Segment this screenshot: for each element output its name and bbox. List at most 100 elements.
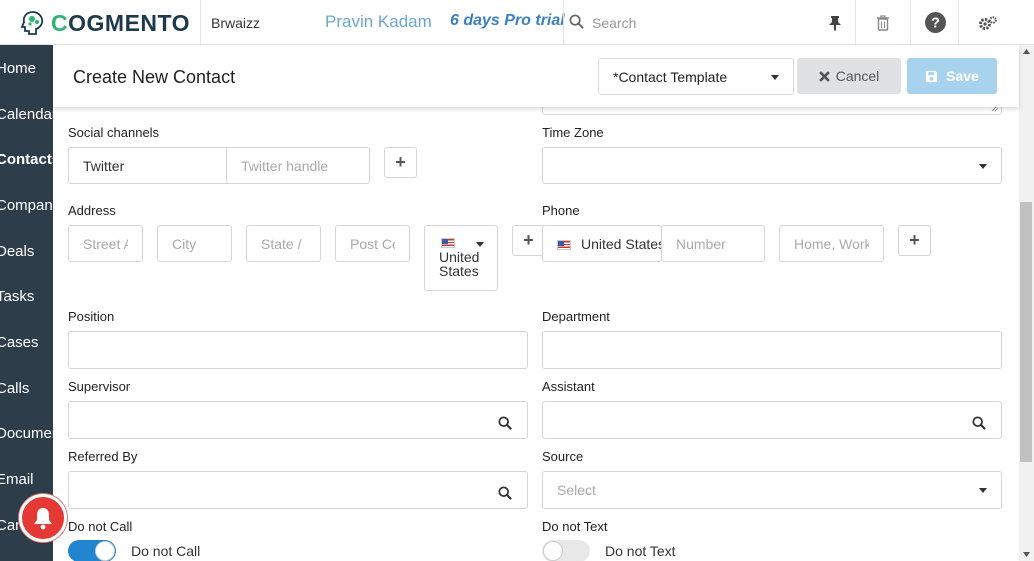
search-icon[interactable] xyxy=(498,416,512,430)
page-title: Create New Contact xyxy=(73,67,236,87)
add-address-button[interactable]: + xyxy=(512,225,545,256)
divider xyxy=(855,0,856,45)
divider xyxy=(910,0,911,45)
do-not-text-toggle[interactable] xyxy=(542,540,590,561)
sidebar-item-calendar[interactable]: Calendar xyxy=(0,106,53,123)
scroll-up-icon[interactable] xyxy=(1023,49,1030,54)
sidebar-item-contacts[interactable]: Contacts xyxy=(0,151,53,168)
bell-icon xyxy=(34,508,52,530)
cancel-button[interactable]: Cancel xyxy=(797,58,901,94)
template-select[interactable]: *Contact Template xyxy=(598,58,794,95)
social-channel-select[interactable]: Twitter xyxy=(68,147,227,184)
logo[interactable]: COGMENTO xyxy=(20,8,190,38)
logo-head-icon xyxy=(20,11,44,35)
supervisor-input[interactable] xyxy=(68,401,528,439)
add-social-button[interactable]: + xyxy=(384,147,417,178)
us-flag-icon xyxy=(441,238,455,248)
sidebar-item-email[interactable]: Email xyxy=(0,471,34,488)
settings-icon[interactable] xyxy=(968,0,1008,45)
plus-icon: + xyxy=(395,152,406,172)
phone-country-value: United States xyxy=(581,236,662,252)
post-code-placeholder: Post Code xyxy=(350,236,395,252)
plus-icon: + xyxy=(909,230,920,250)
street-address-input[interactable]: Street Address xyxy=(68,225,143,262)
state-input[interactable]: State / County xyxy=(246,225,321,262)
chevron-down-icon xyxy=(979,488,987,493)
do-not-text-toggle-label: Do not Text xyxy=(605,543,676,559)
add-phone-button[interactable]: + xyxy=(898,225,931,256)
department-label: Department xyxy=(542,309,610,324)
referred-by-label: Referred By xyxy=(68,449,138,464)
city-input[interactable]: City xyxy=(157,225,232,262)
sidebar-item-calls[interactable]: Calls xyxy=(0,380,29,397)
do-not-call-label: Do not Call xyxy=(68,519,133,534)
chevron-down-icon xyxy=(771,75,779,80)
company-name: Brwaizz xyxy=(211,15,261,31)
sidebar-item-home[interactable]: Home xyxy=(0,60,36,77)
divider xyxy=(958,0,959,45)
do-not-call-toggle[interactable] xyxy=(68,540,116,561)
chevron-down-icon xyxy=(979,164,987,169)
scrollbar[interactable] xyxy=(1019,45,1034,561)
search-input[interactable] xyxy=(592,10,812,36)
user-name[interactable]: Pravin Kadam xyxy=(325,12,432,32)
us-flag-icon xyxy=(557,240,571,251)
sidebar-item-cases[interactable]: Cases xyxy=(0,334,39,351)
phone-type-input[interactable]: Home, Work, Mobile xyxy=(779,225,884,262)
address-label: Address xyxy=(68,203,116,218)
template-select-value: *Contact Template xyxy=(613,69,728,85)
address-country-value-line2: States xyxy=(439,263,479,279)
source-placeholder: Select xyxy=(557,482,596,498)
search-icon[interactable] xyxy=(972,416,986,430)
save-button[interactable]: Save xyxy=(907,58,997,94)
post-code-input[interactable]: Post Code xyxy=(335,225,410,262)
position-input[interactable] xyxy=(68,331,528,369)
phone-number-placeholder: Number xyxy=(676,236,726,252)
phone-country-select[interactable]: United States xyxy=(542,225,662,262)
toggle-knob xyxy=(95,541,115,561)
close-icon xyxy=(818,70,830,82)
contact-form: Social channels Twitter Twitter handle +… xyxy=(53,107,1019,561)
phone-label: Phone xyxy=(542,203,580,218)
help-icon[interactable]: ? xyxy=(915,0,955,45)
position-label: Position xyxy=(68,309,115,324)
scroll-down-icon[interactable] xyxy=(1023,552,1030,557)
trial-badge[interactable]: 6 days Pro trial xyxy=(450,12,565,30)
trash-icon[interactable] xyxy=(863,0,903,45)
scroll-thumb[interactable] xyxy=(1020,202,1032,462)
sidebar-item-companies[interactable]: Companies xyxy=(0,197,53,214)
assistant-label: Assistant xyxy=(542,379,595,394)
department-input[interactable] xyxy=(542,331,1002,369)
toggle-knob xyxy=(543,541,563,561)
chevron-down-icon xyxy=(476,242,484,247)
phone-number-input[interactable]: Number xyxy=(661,225,765,262)
plus-icon: + xyxy=(523,230,534,250)
source-label: Source xyxy=(542,449,584,464)
assistant-input[interactable] xyxy=(542,401,1002,439)
social-channels-label: Social channels xyxy=(68,125,160,140)
search-icon[interactable] xyxy=(498,486,512,500)
source-select[interactable]: Select xyxy=(542,471,1002,509)
resize-handle-icon[interactable] xyxy=(991,107,999,112)
sidebar-item-documents[interactable]: Documents xyxy=(0,425,53,442)
address-country-select[interactable]: United States xyxy=(424,225,498,291)
state-placeholder: State / County xyxy=(261,236,306,252)
time-zone-select[interactable] xyxy=(542,147,1002,184)
pin-icon[interactable] xyxy=(815,0,855,45)
page-header: Create New Contact *Contact Template Can… xyxy=(53,45,1019,107)
city-placeholder: City xyxy=(172,236,197,252)
social-channel-value: Twitter xyxy=(83,158,125,174)
time-zone-label: Time Zone xyxy=(542,125,604,140)
address-country-value-line1: United xyxy=(439,249,480,265)
sidebar-item-deals[interactable]: Deals xyxy=(0,243,34,260)
twitter-handle-placeholder: Twitter handle xyxy=(241,158,329,174)
notification-bell-button[interactable] xyxy=(19,494,67,542)
search-icon xyxy=(569,14,584,34)
supervisor-label: Supervisor xyxy=(68,379,131,394)
sidebar-item-tasks[interactable]: Tasks xyxy=(0,288,34,305)
twitter-handle-input[interactable]: Twitter handle xyxy=(226,147,370,184)
referred-by-input[interactable] xyxy=(68,471,528,509)
top-bar: COGMENTO Brwaizz Pravin Kadam 6 days Pro… xyxy=(0,0,1034,45)
save-icon xyxy=(926,70,938,82)
description-textarea[interactable] xyxy=(542,107,1002,115)
